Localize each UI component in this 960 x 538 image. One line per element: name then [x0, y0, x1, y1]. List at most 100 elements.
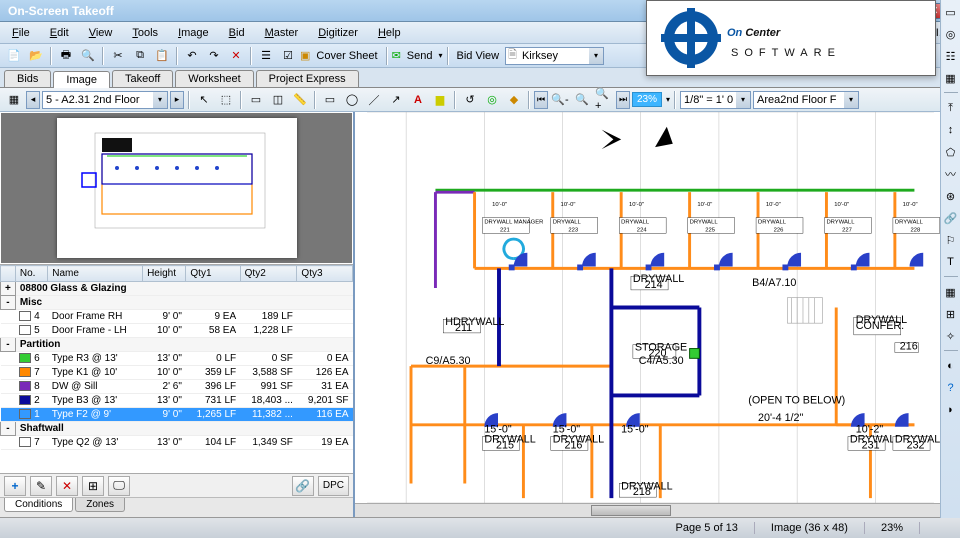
zoom-first-button[interactable]: ⏮ — [534, 91, 548, 109]
snap-icon[interactable]: ✧ — [943, 328, 959, 344]
bidview-select[interactable]: 🗎 ▾ — [505, 47, 604, 65]
shape-target-icon[interactable]: ◎ — [943, 26, 959, 42]
grid-group[interactable]: -Shaftwall — [1, 422, 353, 436]
text-a-icon[interactable]: A — [408, 90, 428, 110]
pointer-icon[interactable]: ↖ — [194, 90, 214, 110]
tab-conditions[interactable]: Conditions — [4, 498, 73, 512]
menu-master[interactable]: Master — [255, 25, 309, 41]
table-icon[interactable]: ⊞ — [943, 306, 959, 322]
undo-icon[interactable]: ↶ — [182, 46, 202, 66]
thumbnail-viewport[interactable] — [1, 113, 352, 263]
grid-icon[interactable]: ▦ — [943, 284, 959, 300]
next-page-button[interactable]: ▸ — [170, 91, 184, 109]
grid-row[interactable]: 8DW @ Sill2' 6"396 LF991 SF31 EA — [1, 380, 353, 394]
target-icon[interactable]: ◎ — [482, 90, 502, 110]
columns-button[interactable]: ⊞ — [82, 476, 104, 496]
zoom-out-icon[interactable]: 🔍- — [550, 90, 570, 110]
grid-group[interactable]: +08800 Glass & Glazing — [1, 282, 353, 296]
area-select[interactable]: ▾ — [753, 91, 859, 109]
prev-page-button[interactable]: ◂ — [26, 91, 40, 109]
chain-icon[interactable]: 🔗 — [943, 210, 959, 226]
grid-row[interactable]: 7Type Q2 @ 13'13' 0"104 LF1,349 SF19 EA — [1, 436, 353, 450]
align-mid-icon[interactable]: ↕ — [943, 122, 959, 138]
cut-icon[interactable]: ✂ — [108, 46, 128, 66]
layers-icon[interactable]: ☷ — [943, 48, 959, 64]
floor-select[interactable]: ▾ — [42, 91, 168, 109]
print-icon[interactable]: 🖶 — [56, 46, 76, 66]
send-button[interactable]: Send — [403, 50, 437, 62]
copy-icon[interactable]: ⧉ — [130, 46, 150, 66]
open-icon[interactable]: 📂 — [26, 46, 46, 66]
rect-icon[interactable]: ▭ — [320, 90, 340, 110]
grid-row[interactable]: 5Door Frame - LH10' 0"58 EA1,228 LF — [1, 324, 353, 338]
grid-row[interactable]: 1Type F2 @ 9'9' 0"1,265 LF11,382 ...116 … — [1, 408, 353, 422]
paste-icon[interactable]: 📋 — [152, 46, 172, 66]
region-icon[interactable]: ◫ — [268, 90, 288, 110]
scale-select[interactable]: ▾ — [680, 91, 751, 109]
menu-edit[interactable]: Edit — [40, 25, 79, 41]
cover-sheet-button[interactable]: Cover Sheet — [312, 50, 381, 62]
light-icon[interactable]: ◐ — [943, 358, 959, 374]
tab-takeoff[interactable]: Takeoff — [112, 70, 173, 87]
ruler-icon[interactable]: 📏 — [290, 90, 310, 110]
menu-bid[interactable]: Bid — [219, 25, 255, 41]
menu-digitizer[interactable]: Digitizer — [308, 25, 368, 41]
link-button[interactable]: 🔗 — [292, 476, 314, 496]
delete-icon[interactable]: ✕ — [226, 46, 246, 66]
info-icon[interactable]: ? — [943, 380, 959, 396]
text-icon[interactable]: T — [943, 254, 959, 270]
grid-row[interactable]: 2Type B3 @ 13'13' 0"731 LF18,403 ...9,20… — [1, 394, 353, 408]
marker-icon[interactable]: ⚐ — [943, 232, 959, 248]
menu-help[interactable]: Help — [368, 25, 411, 41]
tab-zones[interactable]: Zones — [75, 498, 125, 512]
chevron-down-icon[interactable]: ▾ — [153, 92, 167, 108]
tab-image[interactable]: Image — [53, 71, 110, 88]
tab-project-express[interactable]: Project Express — [256, 70, 359, 87]
chevron-down-icon[interactable]: ▾ — [844, 92, 858, 108]
grid-row[interactable]: 4Door Frame RH9' 0"9 EA189 LF — [1, 310, 353, 324]
shape-rect-icon[interactable]: ▭ — [943, 4, 959, 20]
arrow-icon[interactable]: ↗ — [386, 90, 406, 110]
preview-icon[interactable]: 🔍 — [78, 46, 98, 66]
zoom-badge[interactable]: 23% — [632, 92, 662, 107]
grid-group[interactable]: -Partition — [1, 338, 353, 352]
chevron-down-icon[interactable]: ▾ — [736, 92, 750, 108]
new-icon[interactable]: 📄 — [4, 46, 24, 66]
menu-view[interactable]: View — [79, 25, 123, 41]
zoom-in-icon[interactable]: 🔍+ — [594, 90, 614, 110]
drawing-canvas[interactable]: DRYWALL MANAGER221DRYWALL223DRYWALL224DR… — [355, 112, 960, 517]
nodes-icon[interactable]: ⊛ — [943, 188, 959, 204]
marquee-icon[interactable]: ▭ — [246, 90, 266, 110]
monitor-button[interactable]: 🖵 — [108, 476, 130, 496]
chevron-down-icon[interactable]: ▾ — [589, 48, 603, 64]
diamond-icon[interactable]: ◆ — [504, 90, 524, 110]
zoom-last-button[interactable]: ⏭ — [616, 91, 630, 109]
zoom-fit-icon[interactable]: 🔍 — [572, 90, 592, 110]
conditions-grid[interactable]: No.NameHeightQty1Qty2Qty3 +08800 Glass &… — [0, 264, 353, 473]
tab-bids[interactable]: Bids — [4, 70, 51, 87]
h-scrollbar[interactable] — [355, 503, 946, 517]
checkbox-icon[interactable]: ☑ — [278, 46, 298, 66]
dpc-button[interactable]: DPC — [318, 476, 349, 496]
edit-button[interactable]: ✎ — [30, 476, 52, 496]
remove-button[interactable]: ✕ — [56, 476, 78, 496]
polygon-icon[interactable]: ⬠ — [943, 144, 959, 160]
redo-icon[interactable]: ↷ — [204, 46, 224, 66]
tab-worksheet[interactable]: Worksheet — [175, 70, 253, 87]
menu-tools[interactable]: Tools — [122, 25, 168, 41]
grid-group[interactable]: -Misc — [1, 296, 353, 310]
rotate-left-icon[interactable]: ↺ — [460, 90, 480, 110]
tile-icon[interactable]: ▦ — [943, 70, 959, 86]
line-icon[interactable]: ／ — [364, 90, 384, 110]
door-tool-icon[interactable]: ◗ — [943, 402, 959, 418]
curve-icon[interactable]: 〰 — [943, 166, 959, 182]
circle-icon[interactable]: ◯ — [342, 90, 362, 110]
select-icon[interactable]: ⬚ — [216, 90, 236, 110]
menu-image[interactable]: Image — [168, 25, 219, 41]
menu-file[interactable]: File — [2, 25, 40, 41]
grid-row[interactable]: 6Type R3 @ 13'13' 0"0 LF0 SF0 EA — [1, 352, 353, 366]
align-top-icon[interactable]: ⤒ — [943, 100, 959, 116]
highlight-icon[interactable]: ▆ — [430, 90, 450, 110]
overview-icon[interactable]: ▦ — [4, 90, 24, 110]
grid-row[interactable]: 7Type K1 @ 10'10' 0"359 LF3,588 SF126 EA — [1, 366, 353, 380]
